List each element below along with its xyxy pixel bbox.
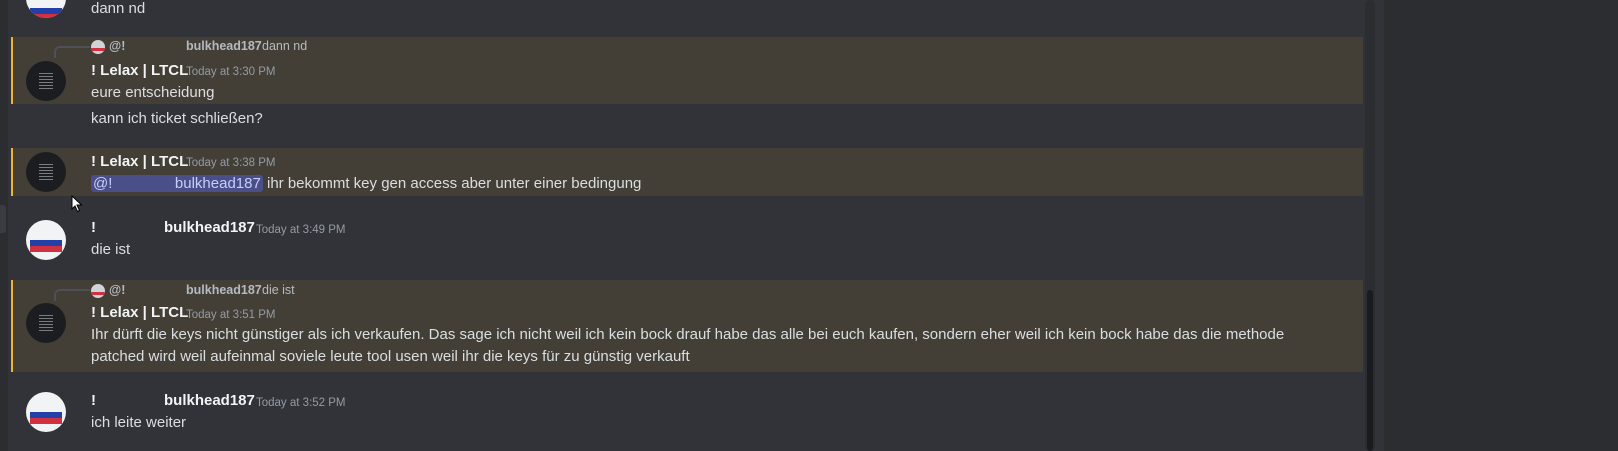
reply-connector bbox=[54, 289, 90, 301]
message-text: dann nd bbox=[91, 0, 146, 17]
author-name[interactable]: ! Lelax | LTCL bbox=[91, 62, 188, 79]
message-text: eure entscheidung bbox=[91, 84, 215, 101]
timestamp: Today at 3:52 PM bbox=[256, 397, 346, 409]
reply-avatar-icon bbox=[91, 284, 105, 298]
author-name[interactable]: ! Lelax | LTCL bbox=[91, 304, 188, 321]
scrollbar-thumb[interactable] bbox=[1367, 290, 1373, 451]
reply-username[interactable]: bulkhead187 bbox=[186, 283, 262, 297]
reply-mention-prefix: @! bbox=[109, 283, 126, 297]
author-name[interactable]: ! Lelax | LTCL bbox=[91, 153, 188, 170]
author-name[interactable]: bulkhead187 bbox=[164, 392, 255, 409]
author-prefix: ! bbox=[91, 219, 96, 236]
reply-text: dann nd bbox=[262, 39, 308, 53]
user-mention[interactable]: @! bulkhead187 bbox=[91, 175, 263, 192]
timestamp: Today at 3:38 PM bbox=[186, 157, 276, 169]
message-text: @! bulkhead187 ihr bekommt key gen acces… bbox=[91, 175, 641, 192]
author-name[interactable]: bulkhead187 bbox=[164, 219, 255, 236]
avatar[interactable] bbox=[26, 0, 66, 18]
reply-text: die ist bbox=[262, 283, 295, 297]
message-text: ich leite weiter bbox=[91, 414, 187, 431]
avatar[interactable] bbox=[26, 392, 66, 432]
reply-username[interactable]: bulkhead187 bbox=[186, 39, 262, 53]
message-text: die ist bbox=[91, 241, 131, 258]
reply-connector bbox=[54, 46, 90, 58]
avatar[interactable] bbox=[26, 220, 66, 260]
message-text: Ihr dürft die keys nicht günstiger als i… bbox=[91, 326, 1285, 343]
avatar[interactable] bbox=[26, 303, 66, 343]
reply-mention-prefix: @! bbox=[109, 39, 126, 53]
left-gutter-tab[interactable] bbox=[0, 205, 6, 233]
member-list-panel bbox=[1384, 0, 1618, 451]
message-text-body: ihr bekommt key gen access aber unter ei… bbox=[262, 175, 642, 192]
avatar[interactable] bbox=[26, 152, 66, 192]
timestamp: Today at 3:51 PM bbox=[186, 309, 276, 321]
timestamp: Today at 3:30 PM bbox=[186, 66, 276, 78]
mouse-cursor-icon bbox=[71, 195, 83, 213]
message-text: kann ich ticket schließen? bbox=[91, 110, 263, 127]
message-text: patched wird weil aufeinmal soviele leut… bbox=[91, 348, 690, 365]
chat-messages[interactable]: dann nd @! bulkhead187 dann nd ! Lelax |… bbox=[8, 0, 1363, 451]
timestamp: Today at 3:49 PM bbox=[256, 224, 346, 236]
reply-preview[interactable]: @! bulkhead187 die ist bbox=[91, 283, 691, 301]
avatar[interactable] bbox=[26, 61, 66, 101]
reply-avatar-icon bbox=[91, 40, 105, 54]
author-prefix: ! bbox=[91, 392, 96, 409]
reply-preview[interactable]: @! bulkhead187 dann nd bbox=[91, 39, 691, 57]
